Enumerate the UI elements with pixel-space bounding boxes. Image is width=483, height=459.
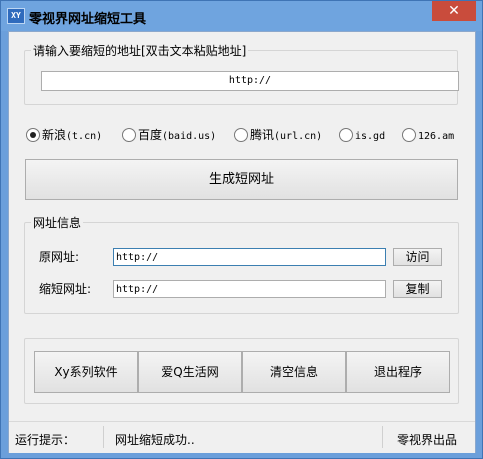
title-bar[interactable]: XY 零视界网址缩短工具 ✕ <box>1 1 482 31</box>
radio-126am[interactable]: 126.am <box>402 127 454 143</box>
original-url-label: 原网址: <box>39 250 80 264</box>
original-url-field[interactable]: http:// <box>113 248 386 266</box>
status-divider <box>103 426 104 448</box>
status-divider <box>382 426 383 448</box>
app-logo-icon: XY <box>7 8 25 24</box>
long-url-input[interactable]: http:// <box>41 71 459 91</box>
radio-sina[interactable]: 新浪(t.cn) <box>26 127 102 143</box>
visit-button[interactable]: 访问 <box>393 248 442 266</box>
status-bar: 运行提示： 网址缩短成功.. 零视界出品 <box>9 421 475 453</box>
generate-button[interactable]: 生成短网址 <box>25 159 458 200</box>
status-label: 运行提示： <box>15 433 76 447</box>
aiq-life-button[interactable]: 爱Q生活网 <box>138 351 242 393</box>
status-message: 网址缩短成功.. <box>115 433 195 447</box>
radio-baidu[interactable]: 百度(baid.us) <box>122 127 216 143</box>
xy-software-button[interactable]: Xy系列软件 <box>34 351 138 393</box>
input-group-label: 请输入要缩短的地址[双击文本粘贴地址] <box>33 44 247 58</box>
radio-unselected-icon <box>402 127 416 142</box>
clear-info-button[interactable]: 清空信息 <box>242 351 346 393</box>
status-credit: 零视界出品 <box>397 433 458 447</box>
short-url-field[interactable]: http:// <box>113 280 386 298</box>
close-button[interactable]: ✕ <box>432 1 476 21</box>
client-area: 请输入要缩短的地址[双击文本粘贴地址] http:// 新浪(t.cn) 百度(… <box>8 31 476 453</box>
radio-unselected-icon <box>234 127 248 142</box>
app-window: XY 零视界网址缩短工具 ✕ 请输入要缩短的地址[双击文本粘贴地址] http:… <box>0 0 483 459</box>
radio-isgd[interactable]: is.gd <box>339 127 385 143</box>
exit-button[interactable]: 退出程序 <box>346 351 450 393</box>
window-title: 零视界网址缩短工具 <box>29 12 147 27</box>
info-group-label: 网址信息 <box>33 216 82 230</box>
radio-tencent[interactable]: 腾讯(url.cn) <box>234 127 322 143</box>
copy-button[interactable]: 复制 <box>393 280 442 298</box>
radio-unselected-icon <box>122 127 136 142</box>
radio-selected-icon <box>26 127 40 142</box>
short-url-label: 缩短网址: <box>39 282 92 296</box>
radio-unselected-icon <box>339 127 353 142</box>
